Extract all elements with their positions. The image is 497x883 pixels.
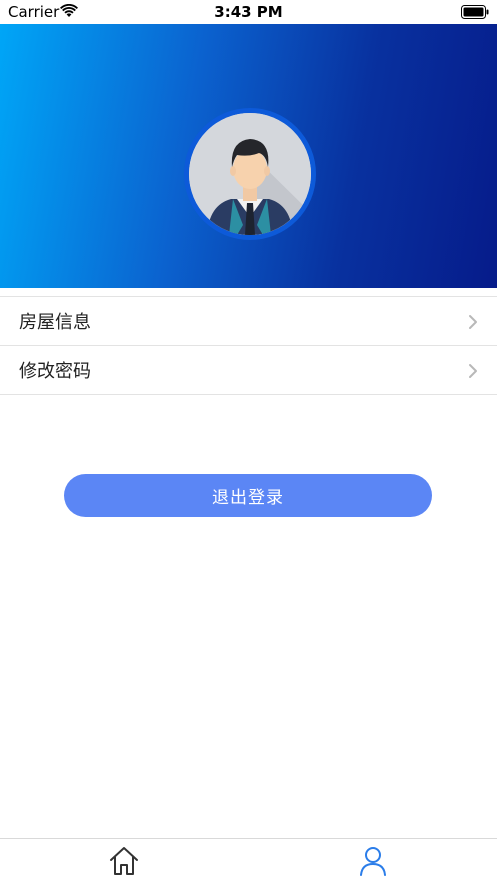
avatar-icon	[189, 113, 311, 235]
chevron-right-icon	[469, 364, 477, 378]
logout-button[interactable]: 退出登录	[64, 474, 432, 517]
battery-icon	[461, 5, 489, 19]
menu-item-change-password[interactable]: 修改密码	[0, 346, 497, 395]
menu-item-house-info[interactable]: 房屋信息	[0, 297, 497, 346]
status-bar: Carrier 3:43 PM	[0, 0, 497, 24]
profile-header	[0, 24, 497, 288]
menu-item-label: 修改密码	[19, 361, 91, 382]
status-time: 3:43 PM	[214, 3, 283, 21]
menu-item-label: 房屋信息	[19, 312, 91, 333]
settings-menu: 房屋信息 修改密码	[0, 296, 497, 395]
tab-bar	[0, 838, 497, 883]
avatar-frame[interactable]	[184, 108, 316, 240]
profile-icon[interactable]	[356, 844, 390, 878]
home-icon[interactable]	[107, 844, 141, 878]
chevron-right-icon	[469, 315, 477, 329]
